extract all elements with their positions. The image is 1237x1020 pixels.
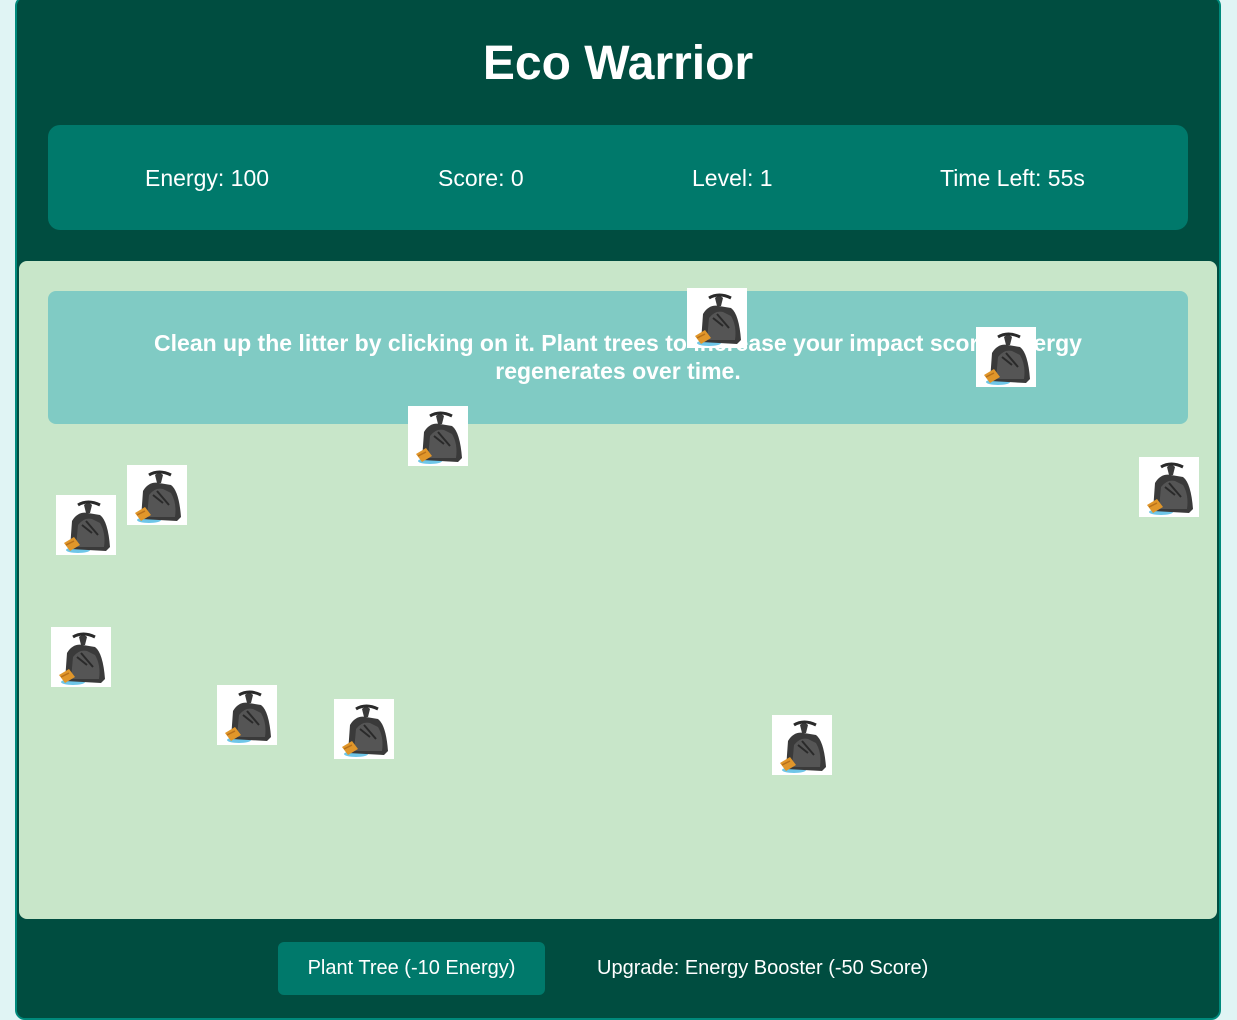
garbage-bag-icon xyxy=(64,500,110,553)
energy-booster-upgrade-button[interactable]: Upgrade: Energy Booster (-50 Score) xyxy=(585,942,945,995)
energy-stat: Energy: 100 xyxy=(145,165,270,191)
score-stat: Score: 0 xyxy=(438,165,524,191)
litter-item[interactable] xyxy=(217,685,277,745)
garbage-bag-icon xyxy=(416,411,462,464)
litter-item[interactable] xyxy=(772,715,832,775)
plant-tree-button[interactable]: Plant Tree (-10 Energy) xyxy=(278,942,545,995)
litter-item[interactable] xyxy=(408,406,468,466)
time-left-stat: Time Left: 55s xyxy=(940,165,1085,191)
garbage-bag-icon xyxy=(695,293,741,346)
garbage-bag-icon xyxy=(1147,462,1193,515)
litter-item[interactable] xyxy=(334,699,394,759)
litter-item[interactable] xyxy=(687,288,747,348)
header: Eco Warrior Energy: 100 Score: 0 Level: … xyxy=(17,0,1219,260)
stats-panel: Energy: 100 Score: 0 Level: 1 Time Left:… xyxy=(48,125,1188,230)
level-stat: Level: 1 xyxy=(692,165,773,191)
litter-item[interactable] xyxy=(56,495,116,555)
garbage-bag-icon xyxy=(780,720,826,773)
garbage-bag-icon xyxy=(225,690,271,743)
litter-item[interactable] xyxy=(1139,457,1199,517)
game-container: Eco Warrior Energy: 100 Score: 0 Level: … xyxy=(15,0,1221,1020)
game-area[interactable]: Clean up the litter by clicking on it. P… xyxy=(19,261,1217,919)
garbage-bag-icon xyxy=(135,470,181,523)
controls-bar: Plant Tree (-10 Energy) Upgrade: Energy … xyxy=(17,919,1219,1018)
garbage-bag-icon xyxy=(59,632,105,685)
litter-item[interactable] xyxy=(127,465,187,525)
garbage-bag-icon xyxy=(984,332,1030,385)
game-title: Eco Warrior xyxy=(482,37,754,90)
garbage-bag-icon xyxy=(342,704,388,757)
litter-item[interactable] xyxy=(976,327,1036,387)
litter-item[interactable] xyxy=(51,627,111,687)
